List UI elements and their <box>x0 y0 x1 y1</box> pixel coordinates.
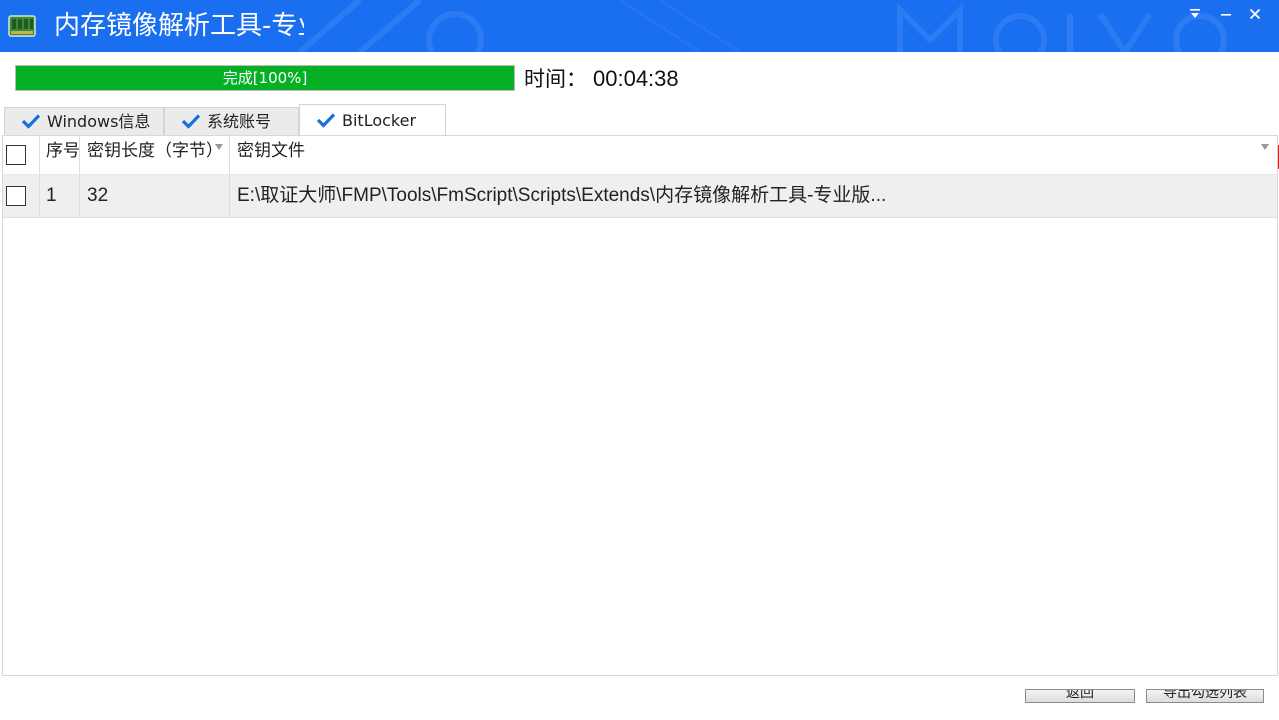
checkmark-icon <box>21 114 41 129</box>
progress-label: 完成[100%] <box>222 69 308 87</box>
minimize-icon[interactable] <box>1215 6 1237 26</box>
window-title: 内存镜像解析工具-专业版 <box>54 11 304 41</box>
column-header-key-file[interactable]: 密钥文件 <box>230 136 1277 174</box>
tab-label: BitLocker <box>342 111 417 130</box>
results-table: 序号 密钥长度（字节） 密钥文件 1 32 E:\取证大师\FMP\Tools\… <box>2 135 1278 675</box>
cell-key-file: E:\取证大师\FMP\Tools\FmScript\Scripts\Exten… <box>237 185 887 206</box>
column-header-label: 序号 <box>46 141 80 161</box>
checkmark-icon <box>181 114 201 129</box>
filter-icon[interactable] <box>215 144 223 150</box>
table-row[interactable]: 1 32 E:\取证大师\FMP\Tools\FmScript\Scripts\… <box>3 174 1277 218</box>
close-icon[interactable] <box>1244 6 1266 26</box>
elapsed-time-label: 时间： <box>524 67 587 91</box>
table-header: 序号 密钥长度（字节） 密钥文件 <box>3 136 1277 174</box>
export-selected-button[interactable]: 导出勾选列表 <box>1146 689 1264 703</box>
column-header-label: 密钥文件 <box>237 141 305 161</box>
memory-chip-icon <box>8 15 36 37</box>
column-header-key-length[interactable]: 密钥长度（字节） <box>80 136 230 174</box>
title-bar: 内存镜像解析工具-专业版 <box>0 0 1279 52</box>
select-all-checkbox[interactable] <box>6 145 26 165</box>
cell-index: 1 <box>40 175 80 217</box>
row-checkbox[interactable] <box>6 186 26 206</box>
tab-windows-info[interactable]: Windows信息 <box>4 107 164 136</box>
select-all-cell <box>3 136 40 174</box>
tab-label: Windows信息 <box>47 112 151 131</box>
tab-system-accounts[interactable]: 系统账号 <box>164 107 299 136</box>
tab-label: 系统账号 <box>207 112 272 131</box>
row-select-cell <box>3 175 40 217</box>
chevron-down-icon[interactable] <box>1184 6 1206 26</box>
footer-divider <box>2 675 1278 676</box>
filter-icon[interactable] <box>1261 144 1269 150</box>
column-header-index[interactable]: 序号 <box>40 136 80 174</box>
cell-key-length: 32 <box>80 175 230 217</box>
checkmark-icon <box>316 113 336 128</box>
elapsed-time-value: 00:04:38 <box>593 66 679 91</box>
tab-bitlocker[interactable]: BitLocker <box>299 104 446 137</box>
progress-bar: 完成[100%] <box>15 65 515 91</box>
back-button[interactable]: 返回 <box>1025 689 1135 703</box>
column-header-label: 密钥长度（字节） <box>87 141 223 161</box>
